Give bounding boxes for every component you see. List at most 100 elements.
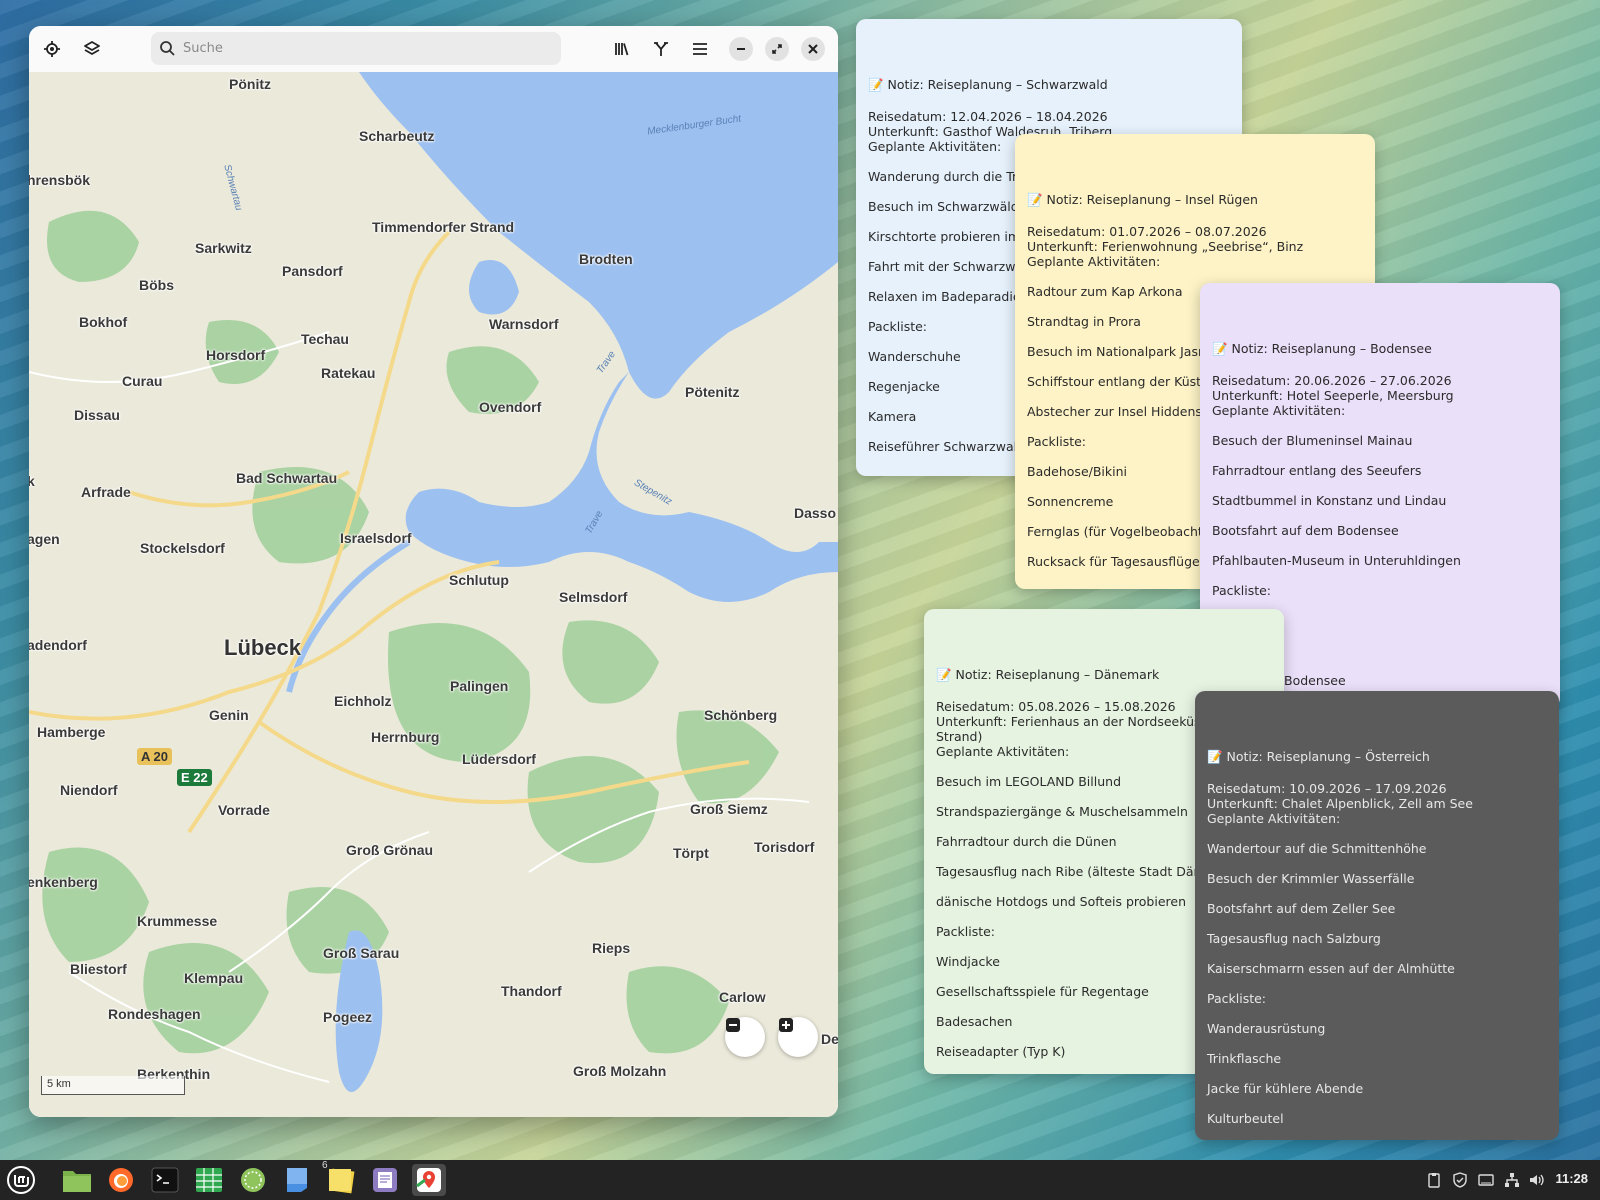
close-button[interactable] (801, 37, 825, 61)
note-item: Besuch der Krimmler Wasserfälle (1207, 871, 1415, 886)
place-label: Thandorf (501, 983, 562, 999)
map-canvas[interactable]: Mecklenburger Bucht Schwartau Trave Step… (29, 72, 838, 1117)
place-label: Pönitz (229, 76, 271, 92)
search-input[interactable] (181, 40, 545, 57)
place-label: Curau (122, 373, 163, 389)
place-label: agen (29, 531, 60, 547)
note-item: Jacke für kühlere Abende (1207, 1081, 1364, 1096)
note-item: Fahrradtour entlang des Seeufers (1212, 463, 1422, 478)
note-item: Wanderausrüstung (1207, 1021, 1326, 1036)
place-label: Carlow (719, 989, 766, 1005)
maximize-button[interactable] (765, 37, 789, 61)
place-label: Scharbeutz (359, 128, 435, 144)
place-label: Schönberg (704, 707, 778, 723)
volume-icon[interactable] (1528, 1172, 1544, 1188)
clipboard-icon[interactable] (1426, 1172, 1442, 1188)
place-label: Pansdorf (282, 263, 343, 279)
note-item: Packliste: (1207, 991, 1267, 1006)
zoom-out-button[interactable] (725, 1017, 765, 1057)
place-label: Herrnburg (371, 729, 440, 745)
note-line: Reisedatum: 20.06.2026 – 27.06.2026 (1212, 373, 1452, 388)
note-title: 📝 Notiz: Reiseplanung – Insel Rügen (1027, 192, 1258, 207)
place-label: k (29, 473, 35, 489)
note-line: Geplante Aktivitäten: (1212, 403, 1346, 418)
search-box[interactable] (151, 32, 561, 65)
place-label: Horsdorf (206, 347, 266, 363)
software-manager-launcher[interactable] (236, 1164, 270, 1196)
scale-bar: 5 km (41, 1076, 185, 1095)
place-label: Torisdorf (754, 839, 815, 855)
place-label: Pogeez (323, 1009, 373, 1025)
main-menu-button[interactable] (685, 34, 715, 64)
mint-menu-button[interactable] (4, 1164, 38, 1196)
note-line: Reisedatum: 10.09.2026 – 17.09.2026 (1207, 781, 1447, 796)
layers-button[interactable] (77, 34, 107, 64)
place-label: Bad Schwartau (236, 470, 338, 486)
city-label-luebeck: Lübeck (224, 635, 302, 660)
close-icon (808, 44, 818, 54)
network-icon[interactable] (1504, 1172, 1520, 1188)
place-label: De (821, 1031, 838, 1047)
note-item: Tagesausflug nach Salzburg (1207, 931, 1381, 946)
maps-launcher[interactable] (412, 1164, 446, 1196)
locate-button[interactable] (37, 34, 67, 64)
route-button[interactable] (646, 34, 676, 64)
place-label: Rondeshagen (108, 1006, 201, 1022)
sticky-notes-launcher[interactable]: 6 (322, 1160, 358, 1196)
hamburger-menu-icon (693, 43, 707, 55)
maximize-icon (772, 44, 782, 54)
road-shield-a20: A 20 (137, 748, 172, 765)
place-label: Palingen (450, 678, 509, 694)
note-line: Reisedatum: 12.04.2026 – 18.04.2026 (868, 109, 1108, 124)
terminal-launcher[interactable] (148, 1164, 182, 1196)
note-item: Kaiserschmarrn essen auf der Almhütte (1207, 961, 1455, 976)
place-label: Schlutup (449, 572, 509, 588)
place-label: Bliestorf (70, 961, 127, 977)
place-label: Krummesse (137, 913, 218, 929)
minimize-button[interactable] (729, 37, 753, 61)
note-item: Pfahlbauten-Museum in Unteruhldingen (1212, 553, 1461, 568)
place-label: Rieps (592, 940, 631, 956)
sticky-note-oesterreich[interactable]: 📝 Notiz: Reiseplanung – Österreich Reise… (1195, 691, 1559, 1140)
layers-icon (84, 41, 100, 55)
note-item: Bootsfahrt auf dem Bodensee (1212, 523, 1399, 538)
place-label: Dasso (794, 505, 837, 521)
display-icon[interactable] (1478, 1172, 1494, 1188)
place-label: Warnsdorf (489, 316, 559, 332)
place-label: Groß Molzahn (573, 1063, 667, 1079)
shield-icon[interactable] (1452, 1172, 1468, 1188)
road-shield-e22: E 22 (177, 769, 212, 786)
note-title: 📝 Notiz: Reiseplanung – Österreich (1207, 749, 1430, 764)
place-label: Stockelsdorf (140, 540, 225, 556)
place-label: Genin (209, 707, 249, 723)
library-button[interactable] (607, 34, 637, 64)
note-line: Unterkunft: Chalet Alpenblick, Zell am S… (1207, 796, 1473, 811)
library-icon (615, 43, 629, 56)
place-label: Groß Sarau (323, 945, 400, 961)
notes-count-badge: 6 (322, 1160, 328, 1171)
firefox-launcher[interactable] (104, 1164, 138, 1196)
taskbar: 6 11:28 (0, 1160, 1600, 1200)
place-label: Groß Grönau (346, 842, 434, 858)
note-title: 📝 Notiz: Reiseplanung – Dänemark (936, 667, 1160, 682)
spreadsheet-launcher[interactable] (192, 1164, 226, 1196)
note-line: Unterkunft: Hotel Seeperle, Meersburg (1212, 388, 1454, 403)
note-line: Geplante Aktivitäten: (1207, 811, 1341, 826)
spreadsheet-icon (196, 1168, 222, 1192)
zoom-in-button[interactable] (778, 1017, 818, 1057)
note-line: Unterkunft: Ferienwohnung „Seebrise“, Bi… (1027, 239, 1304, 254)
clock[interactable]: 11:28 (1555, 1171, 1588, 1186)
files-launcher[interactable] (60, 1164, 94, 1196)
note-item: Stadtbummel in Konstanz und Lindau (1212, 493, 1447, 508)
place-label: Brodten (579, 251, 633, 267)
text-editor-launcher[interactable] (368, 1164, 402, 1196)
note-line: Geplante Aktivitäten: (1027, 254, 1161, 269)
documents-launcher[interactable] (280, 1164, 314, 1196)
search-icon (160, 41, 175, 56)
note-item: Wandertour auf die Schmittenhöhe (1207, 841, 1427, 856)
maps-window: Mecklenburger Bucht Schwartau Trave Step… (29, 26, 838, 1117)
maps-icon (416, 1168, 441, 1192)
zoom-in-icon (779, 1018, 793, 1032)
minimize-icon (737, 48, 745, 50)
note-title: 📝 Notiz: Reiseplanung – Schwarzwald (868, 77, 1108, 92)
